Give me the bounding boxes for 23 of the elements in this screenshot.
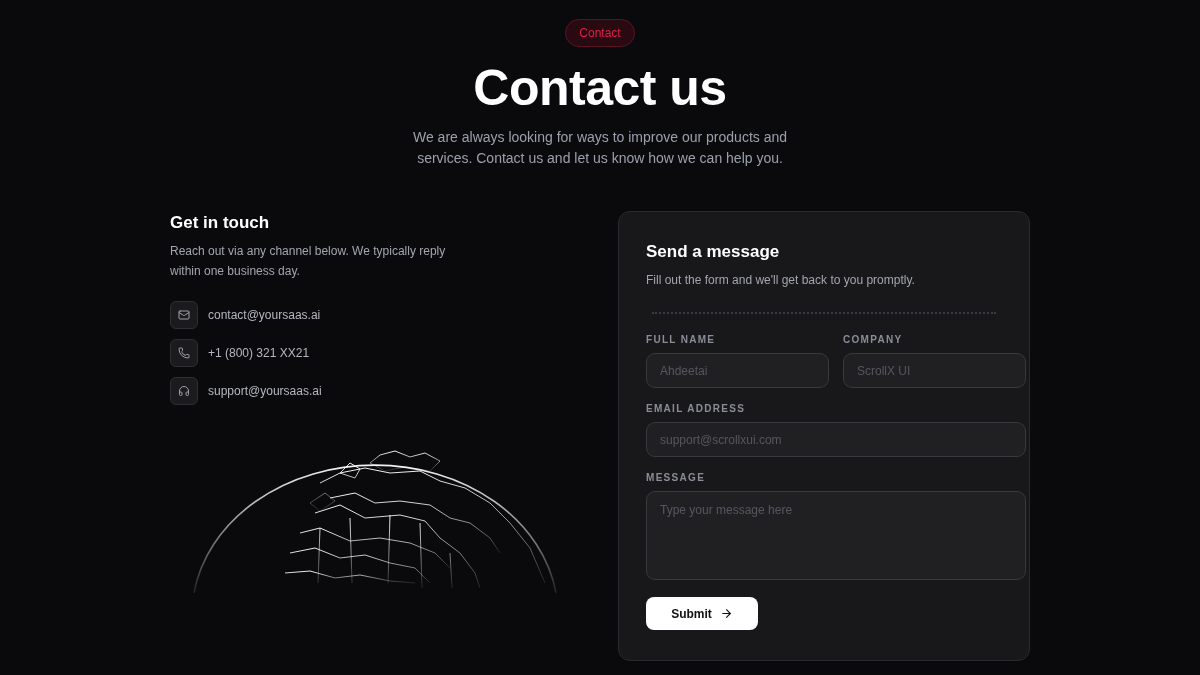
submit-button[interactable]: Submit — [646, 597, 758, 630]
contact-detail: +1 (800) 321 XX21 — [208, 346, 310, 360]
form-description: Fill out the form and we'll get back to you promptly. — [646, 272, 916, 289]
input-field[interactable]: support@scrollxui.com — [646, 422, 1026, 457]
page-subtitle: We are always looking for ways to improve our products and services. Contact us and let us know how we can help you. — [412, 128, 788, 168]
field-label: FULL NAME — [646, 334, 717, 345]
input-field[interactable]: ScrollX UI — [843, 353, 1026, 388]
message-field[interactable]: Type your message here — [646, 491, 1026, 580]
contact-detail: contact@yoursaas.ai — [208, 308, 321, 322]
field-label: MESSAGE — [646, 472, 707, 483]
arrow-icon — [719, 607, 733, 620]
form-heading: Send a message — [646, 242, 781, 262]
section-description: Reach out via any channel below. We typically reply within one business day. — [170, 243, 447, 280]
page-title: Contact us — [473, 59, 727, 117]
section-heading: Get in touch — [170, 213, 271, 233]
phone-icon — [170, 339, 198, 367]
headphones-icon — [170, 377, 198, 405]
input-field[interactable]: Ahdeetai — [646, 353, 829, 388]
mail-icon — [170, 301, 198, 329]
field-label: COMPANY — [843, 334, 904, 345]
contact-detail: support@yoursaas.ai — [208, 384, 322, 398]
section-badge: Contact — [565, 19, 635, 47]
field-label: EMAIL ADDRESS — [646, 403, 747, 414]
